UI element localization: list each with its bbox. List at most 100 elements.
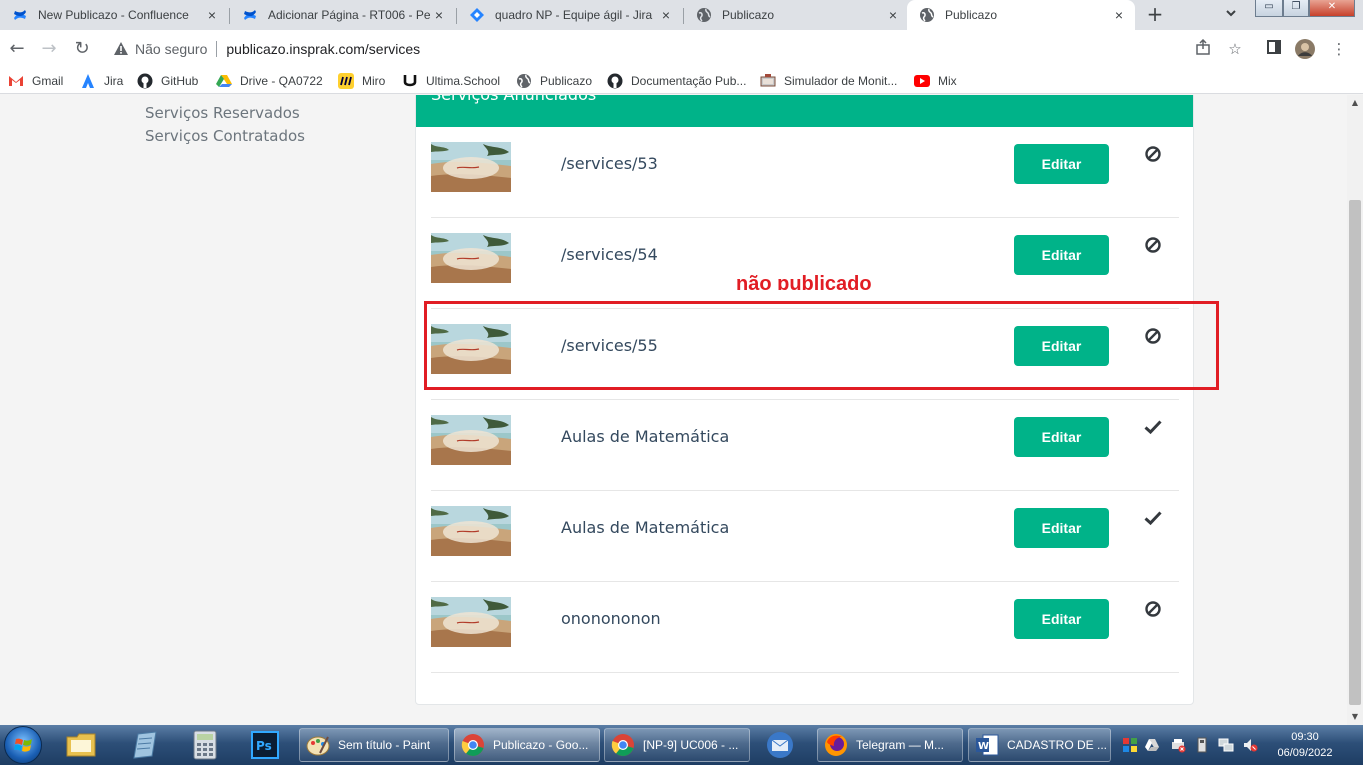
bookmark-label: Miro <box>362 74 386 88</box>
bookmark-label: Drive - QA0722 <box>240 74 323 88</box>
thunderbird-pinned[interactable] <box>760 729 800 761</box>
scroll-down-arrow-icon[interactable]: ▼ <box>1347 709 1363 725</box>
sidebar-item-servicos-contratados[interactable]: Serviços Contratados <box>145 127 305 145</box>
tray-app-icon[interactable] <box>1122 737 1138 753</box>
minimize-button[interactable]: ▭ <box>1255 0 1283 17</box>
tab-publicazo-active[interactable]: Publicazo × <box>907 0 1135 30</box>
photoshop-pinned[interactable]: Ps <box>245 729 285 761</box>
windows-logo-icon <box>14 738 32 752</box>
bookmark-publicazo[interactable]: Publicazo <box>516 72 592 90</box>
taskbar-item-chrome-np9[interactable]: [NP-9] UC006 - ... <box>604 728 750 762</box>
bookmark-gmail[interactable]: Gmail <box>8 72 63 90</box>
globe-icon <box>696 7 712 23</box>
taskbar-item-word-cadastro[interactable]: W CADASTRO DE ... <box>968 728 1111 762</box>
page-scrollbar[interactable]: ▲ ▼ <box>1347 95 1363 725</box>
bookmark-label: Publicazo <box>540 74 593 88</box>
tab-publicazo-1[interactable]: Publicazo × <box>684 0 909 30</box>
tab-search-button[interactable] <box>1220 4 1242 26</box>
tab-confluence-new-publicazo[interactable]: New Publicazo - Confluence × <box>0 0 228 30</box>
bookmarks-bar: Gmail Jira GitHub Drive - QA0722 Miro Ul… <box>0 68 1363 94</box>
drive-sync-icon[interactable] <box>1144 737 1160 753</box>
usb-device-icon[interactable] <box>1194 737 1210 753</box>
service-title[interactable]: ononononon <box>561 609 661 628</box>
notepad-pinned[interactable] <box>125 729 165 761</box>
close-icon[interactable]: × <box>658 7 674 23</box>
edit-button[interactable]: Editar <box>1014 599 1109 639</box>
network-icon[interactable] <box>1218 737 1234 753</box>
edit-button[interactable]: Editar <box>1014 417 1109 457</box>
published-check-icon[interactable] <box>1143 417 1163 437</box>
explorer-pinned[interactable] <box>62 729 102 761</box>
close-window-button[interactable]: ✕ <box>1309 0 1355 17</box>
edit-button[interactable]: Editar <box>1014 508 1109 548</box>
printer-error-icon[interactable] <box>1170 737 1186 753</box>
menu-icon[interactable]: ⋮ <box>1329 39 1349 59</box>
close-icon[interactable]: × <box>1111 7 1127 23</box>
bookmark-simulador[interactable]: Simulador de Monit... <box>760 72 897 90</box>
unpublished-ban-icon[interactable] <box>1143 599 1163 619</box>
bookmark-jira[interactable]: Jira <box>80 72 123 90</box>
star-icon[interactable]: ☆ <box>1225 39 1245 59</box>
address-bar[interactable]: Não seguro publicazo.insprak.com/service… <box>103 34 1255 64</box>
bookmark-ultima-school[interactable]: Ultima.School <box>402 72 500 90</box>
taskbar-item-paint[interactable]: Sem título - Paint <box>299 728 449 762</box>
service-thumbnail <box>431 506 511 556</box>
published-check-icon[interactable] <box>1143 508 1163 528</box>
bookmark-label: Simulador de Monit... <box>784 74 898 88</box>
bookmark-label: Ultima.School <box>426 74 501 88</box>
tab-title: Adicionar Página - RT006 - Pes <box>268 8 431 22</box>
service-title[interactable]: Aulas de Matemática <box>561 427 729 446</box>
paint-icon <box>306 733 330 757</box>
taskbar-item-chrome-publicazo[interactable]: Publicazo - Goo... <box>454 728 600 762</box>
calculator-pinned[interactable] <box>185 729 225 761</box>
chevron-down-icon <box>1226 10 1236 17</box>
unpublished-ban-icon[interactable] <box>1143 144 1163 164</box>
word-icon: W <box>975 733 999 757</box>
scroll-up-arrow-icon[interactable]: ▲ <box>1347 95 1363 111</box>
youtube-icon <box>914 73 930 89</box>
github-icon <box>137 73 153 89</box>
system-clock[interactable]: 09:30 06/09/2022 <box>1270 729 1340 761</box>
folder-icon <box>66 733 96 757</box>
scroll-thumb[interactable] <box>1349 200 1361 705</box>
sidepanel-icon[interactable] <box>1264 39 1284 59</box>
bookmark-documentacao[interactable]: Documentação Pub... <box>607 72 746 90</box>
start-button[interactable] <box>4 726 42 764</box>
tab-adicionar-pagina[interactable]: Adicionar Página - RT006 - Pes × <box>230 0 455 30</box>
close-icon[interactable]: × <box>431 7 447 23</box>
tab-quadro-np[interactable]: quadro NP - Equipe ágil - Jira × <box>457 0 682 30</box>
service-row: Aulas de Matemática Editar <box>431 400 1179 491</box>
edit-button[interactable]: Editar <box>1014 144 1109 184</box>
github-icon <box>607 73 623 89</box>
close-icon[interactable]: × <box>885 7 901 23</box>
taskbar-item-firefox-telegram[interactable]: Telegram — M... <box>817 728 963 762</box>
card-header: Serviços Anunciados <box>416 95 1193 127</box>
clock-time: 09:30 <box>1291 731 1319 743</box>
back-button[interactable]: ← <box>6 38 28 60</box>
service-title[interactable]: Aulas de Matemática <box>561 518 729 537</box>
bookmark-github[interactable]: GitHub <box>137 72 198 90</box>
url-text[interactable]: publicazo.insprak.com/services <box>226 41 420 57</box>
new-tab-button[interactable]: + <box>1143 3 1167 27</box>
service-title[interactable]: /services/54 <box>561 245 658 264</box>
maximize-button[interactable]: ❐ <box>1283 0 1309 17</box>
tab-title: Publicazo <box>722 8 775 22</box>
service-title[interactable]: /services/53 <box>561 154 658 173</box>
share-icon[interactable] <box>1193 38 1213 59</box>
forward-button[interactable]: → <box>38 38 60 60</box>
sidebar-item-servicos-reservados[interactable]: Serviços Reservados <box>145 104 300 122</box>
bookmark-mix[interactable]: Mix <box>914 72 957 90</box>
bookmark-drive[interactable]: Drive - QA0722 <box>216 72 323 90</box>
jira-icon <box>469 7 485 23</box>
close-icon[interactable]: × <box>204 7 220 23</box>
volume-muted-icon[interactable] <box>1242 737 1258 753</box>
avatar[interactable] <box>1295 39 1315 59</box>
bookmark-miro[interactable]: Miro <box>338 72 385 90</box>
edit-button[interactable]: Editar <box>1014 235 1109 275</box>
reload-button[interactable]: ↻ <box>71 38 93 60</box>
bookmark-label: Documentação Pub... <box>631 74 747 88</box>
warning-icon <box>114 42 128 55</box>
unpublished-ban-icon[interactable] <box>1143 235 1163 255</box>
tab-title: Publicazo <box>945 8 998 22</box>
bookmark-label: Gmail <box>32 74 64 88</box>
